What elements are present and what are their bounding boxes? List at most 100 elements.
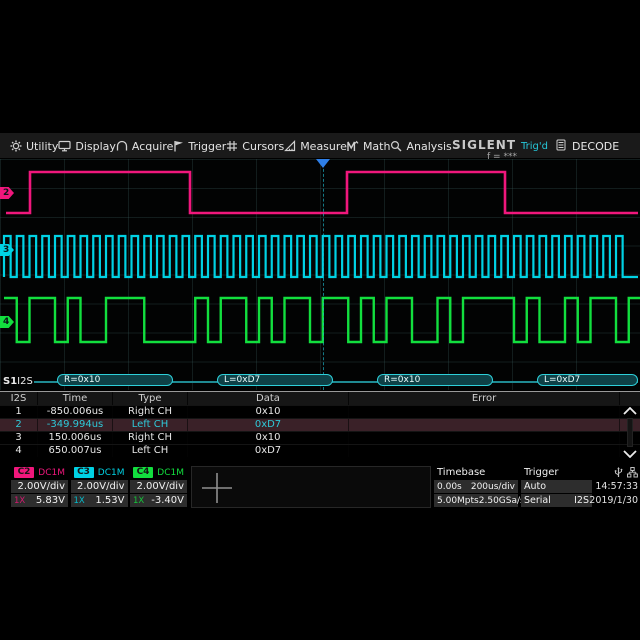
trigger-position-marker[interactable] xyxy=(316,159,330,168)
menu-item-decode[interactable]: DECODE xyxy=(556,133,619,159)
usb-icon xyxy=(614,467,623,478)
channel-scale: 2.00V/div xyxy=(17,481,65,492)
decode-list-icon xyxy=(556,139,566,154)
table-cell: 650.007us xyxy=(38,445,113,457)
clock-date: 2019/1/30 xyxy=(589,495,638,506)
table-header-time: Time xyxy=(38,392,113,405)
timebase-memory: 5.00Mpts xyxy=(437,496,479,506)
table-cell: -349.994us xyxy=(38,419,113,431)
measure-icon xyxy=(284,140,296,152)
menu-item-label: Display xyxy=(75,140,116,153)
channel-scale: 2.00V/div xyxy=(136,481,184,492)
menu-item-trigger[interactable]: Trigger xyxy=(173,140,226,153)
analysis-icon xyxy=(390,140,402,152)
cursors-icon xyxy=(226,140,238,152)
table-cell xyxy=(349,445,620,457)
channel-offset: 1.53V xyxy=(95,495,124,506)
scroll-up-button[interactable] xyxy=(621,405,639,417)
menu-item-cursors[interactable]: Cursors xyxy=(226,140,284,153)
bus-protocol-label: I2S xyxy=(17,376,33,387)
trigger-box[interactable]: Trigger Auto Serial I2S xyxy=(521,466,592,508)
channel-offset: 5.83V xyxy=(36,495,65,506)
menu-item-label: Acquire xyxy=(132,140,173,153)
waveform-trace xyxy=(4,236,638,277)
channel-box-c2[interactable]: C2 DC1M 2.00V/div 1X 5.83V xyxy=(11,466,68,508)
channel-coupling: DC1M xyxy=(98,468,125,478)
gear-icon xyxy=(10,140,22,152)
channel-probe: 1X xyxy=(133,496,144,506)
status-bar: C2 DC1M 2.00V/div 1X 5.83V C3 DC1M 2.00V… xyxy=(0,466,640,510)
math-icon xyxy=(347,140,359,152)
table-cell: 1 xyxy=(0,406,38,418)
timebase-scale: 200us/div xyxy=(471,482,515,492)
table-cell xyxy=(349,432,620,444)
table-scrollbar xyxy=(621,405,639,460)
table-row[interactable]: 4650.007usLeft CH0xD7 xyxy=(0,444,640,457)
trigger-delay-indicator xyxy=(191,466,431,508)
trigger-mode: Auto xyxy=(524,481,546,492)
channel-badge: C4 xyxy=(133,467,153,478)
decode-tab-label: DECODE xyxy=(572,140,619,153)
table-cell xyxy=(349,406,620,418)
siglent-logo: SIGLENT xyxy=(452,138,516,152)
table-cell: 0xD7 xyxy=(188,419,349,431)
trigger-type: Serial xyxy=(524,495,551,506)
menu-item-measure[interactable]: Measure xyxy=(284,140,347,153)
decode-result-table: I2STimeTypeDataError 1-850.006usRight CH… xyxy=(0,391,640,460)
table-header-error: Error xyxy=(349,392,620,405)
waveform-plot xyxy=(0,159,640,390)
channel-box-c3[interactable]: C3 DC1M 2.00V/div 1X 1.53V xyxy=(71,466,128,508)
decode-bubble: R=0x10 xyxy=(57,374,173,386)
channel-offset: -3.40V xyxy=(151,495,184,506)
table-header-i2s: I2S xyxy=(0,392,38,405)
menu-item-analysis[interactable]: Analysis xyxy=(390,140,451,153)
menu-item-display[interactable]: Display xyxy=(58,140,116,153)
channel-box-c4[interactable]: C4 DC1M 2.00V/div 1X -3.40V xyxy=(130,466,187,508)
menu-item-label: Measure xyxy=(300,140,347,153)
table-cell: 4 xyxy=(0,445,38,457)
datetime-box: 14:57:33 2019/1/30 xyxy=(594,466,640,508)
menu-item-math[interactable]: Math xyxy=(347,140,391,153)
trigger-position-line xyxy=(323,159,324,390)
menu-item-acquire[interactable]: Acquire xyxy=(116,140,173,153)
trigger-flag-icon xyxy=(173,140,184,152)
menu-items: Utility Display Acquire TriggerCursors Measu… xyxy=(0,133,452,159)
channel-badge: C2 xyxy=(14,467,34,478)
waveform-area[interactable]: 234 xyxy=(0,159,640,390)
table-row[interactable]: 2-349.994usLeft CH0xD7 xyxy=(0,418,640,431)
decode-bubble: R=0x10 xyxy=(377,374,493,386)
channel-probe: 1X xyxy=(14,496,25,506)
table-cell xyxy=(349,419,620,431)
waveform-trace xyxy=(6,172,638,213)
table-cell: 0x10 xyxy=(188,432,349,444)
menu-item-label: Utility xyxy=(26,140,58,153)
acquire-icon xyxy=(116,140,128,152)
bus-label: S1 xyxy=(3,376,17,387)
menu-item-utility[interactable]: Utility xyxy=(10,140,58,153)
scrollbar-track[interactable] xyxy=(627,418,633,447)
trigger-title: Trigger xyxy=(524,467,559,478)
channel-probe: 1X xyxy=(74,496,85,506)
channel-scale: 2.00V/div xyxy=(77,481,125,492)
timebase-box[interactable]: Timebase 0.00s200us/div 5.00Mpts2.50GSa/… xyxy=(434,466,518,508)
table-cell: -850.006us xyxy=(38,406,113,418)
decode-bubble: L=0xD7 xyxy=(217,374,333,386)
display-icon xyxy=(58,140,71,152)
lan-icon xyxy=(627,467,638,478)
channel-coupling: DC1M xyxy=(157,468,184,478)
menu-item-label: Trigger xyxy=(188,140,226,153)
channel-badge: C3 xyxy=(74,467,94,478)
table-row[interactable]: 3150.006usRight CH0x10 xyxy=(0,431,640,444)
menu-item-label: Analysis xyxy=(406,140,451,153)
decode-bus: S1I2S R=0x10 L=0xD7 R=0x10 L=0xD7 xyxy=(0,374,640,390)
table-header-type: Type xyxy=(113,392,188,405)
table-cell: 3 xyxy=(0,432,38,444)
table-cell: Right CH xyxy=(113,406,188,418)
decode-bubble: L=0xD7 xyxy=(537,374,638,386)
table-row[interactable]: 1-850.006usRight CH0x10 xyxy=(0,405,640,418)
crosshair-icon xyxy=(200,471,234,505)
menu-item-label: Math xyxy=(363,140,391,153)
trigger-protocol: I2S xyxy=(574,495,589,506)
clock-time: 14:57:33 xyxy=(595,481,638,492)
scroll-down-button[interactable] xyxy=(621,448,639,460)
